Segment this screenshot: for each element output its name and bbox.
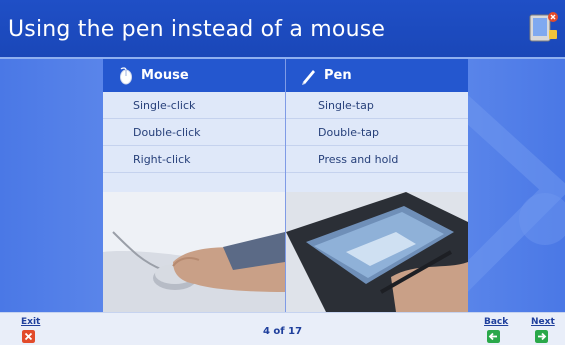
pen-column-title: Pen bbox=[324, 68, 352, 83]
list-item: Double-tap bbox=[286, 119, 468, 146]
next-arrow-icon[interactable] bbox=[535, 330, 548, 343]
navigation-bar: Exit 4 of 17 Back Next bbox=[0, 312, 565, 345]
mouse-column: Mouse Single-click Double-click Right-cl… bbox=[103, 59, 285, 312]
list-item: Single-click bbox=[103, 92, 285, 119]
tablet-help-icon bbox=[529, 12, 558, 42]
page-indicator: 4 of 17 bbox=[262, 326, 303, 337]
pen-on-tablet-photo bbox=[286, 192, 468, 312]
mouse-column-header: Mouse bbox=[103, 59, 285, 92]
list-item: Single-tap bbox=[286, 92, 468, 119]
next-link[interactable]: Next bbox=[531, 317, 555, 327]
mouse-column-title: Mouse bbox=[141, 68, 189, 83]
page-title: Using the pen instead of a mouse bbox=[8, 17, 386, 42]
comparison-area: Mouse Single-click Double-click Right-cl… bbox=[0, 59, 565, 312]
back-arrow-icon[interactable] bbox=[487, 330, 500, 343]
list-item: Double-click bbox=[103, 119, 285, 146]
mouse-icon bbox=[120, 66, 132, 84]
list-item: Press and hold bbox=[286, 146, 468, 173]
pen-column: Pen Single-tap Double-tap Press and hold bbox=[286, 59, 468, 312]
back-link[interactable]: Back bbox=[484, 317, 508, 327]
pen-icon bbox=[302, 69, 315, 85]
title-bar: Using the pen instead of a mouse bbox=[0, 0, 565, 59]
list-item: Right-click bbox=[103, 146, 285, 173]
hand-on-mouse-photo bbox=[103, 192, 285, 312]
pen-column-header: Pen bbox=[286, 59, 468, 92]
